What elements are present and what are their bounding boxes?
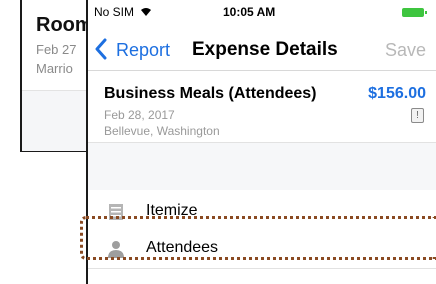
back-button[interactable]: Report <box>116 40 170 61</box>
attendees-highlight-box <box>80 216 436 260</box>
carrier-label: No SIM <box>94 5 152 19</box>
wifi-icon <box>141 8 152 16</box>
status-bar: No SIM 10:05 AM <box>88 0 436 24</box>
battery-icon <box>402 8 427 17</box>
background-place: Marrio <box>36 61 73 76</box>
page-title: Expense Details <box>192 39 338 60</box>
expense-location: Bellevue, Washington <box>104 124 220 138</box>
status-time: 10:05 AM <box>223 5 276 19</box>
expense-name: Business Meals (Attendees) <box>104 85 317 102</box>
background-date: Feb 27 <box>36 42 77 57</box>
background-title: Room <box>36 14 93 36</box>
expense-summary[interactable]: Business Meals (Attendees) $156.00 Feb 2… <box>88 72 436 143</box>
expense-date: Feb 28, 2017 <box>104 108 175 122</box>
section-gap <box>88 143 436 190</box>
chevron-left-icon[interactable] <box>94 38 108 60</box>
save-button[interactable]: Save <box>385 40 426 61</box>
carrier-text: No SIM <box>94 5 135 19</box>
navigation-bar: Report Expense Details Save <box>88 26 436 71</box>
expense-amount: $156.00 <box>368 85 426 102</box>
exception-icon[interactable]: ! <box>411 108 424 123</box>
